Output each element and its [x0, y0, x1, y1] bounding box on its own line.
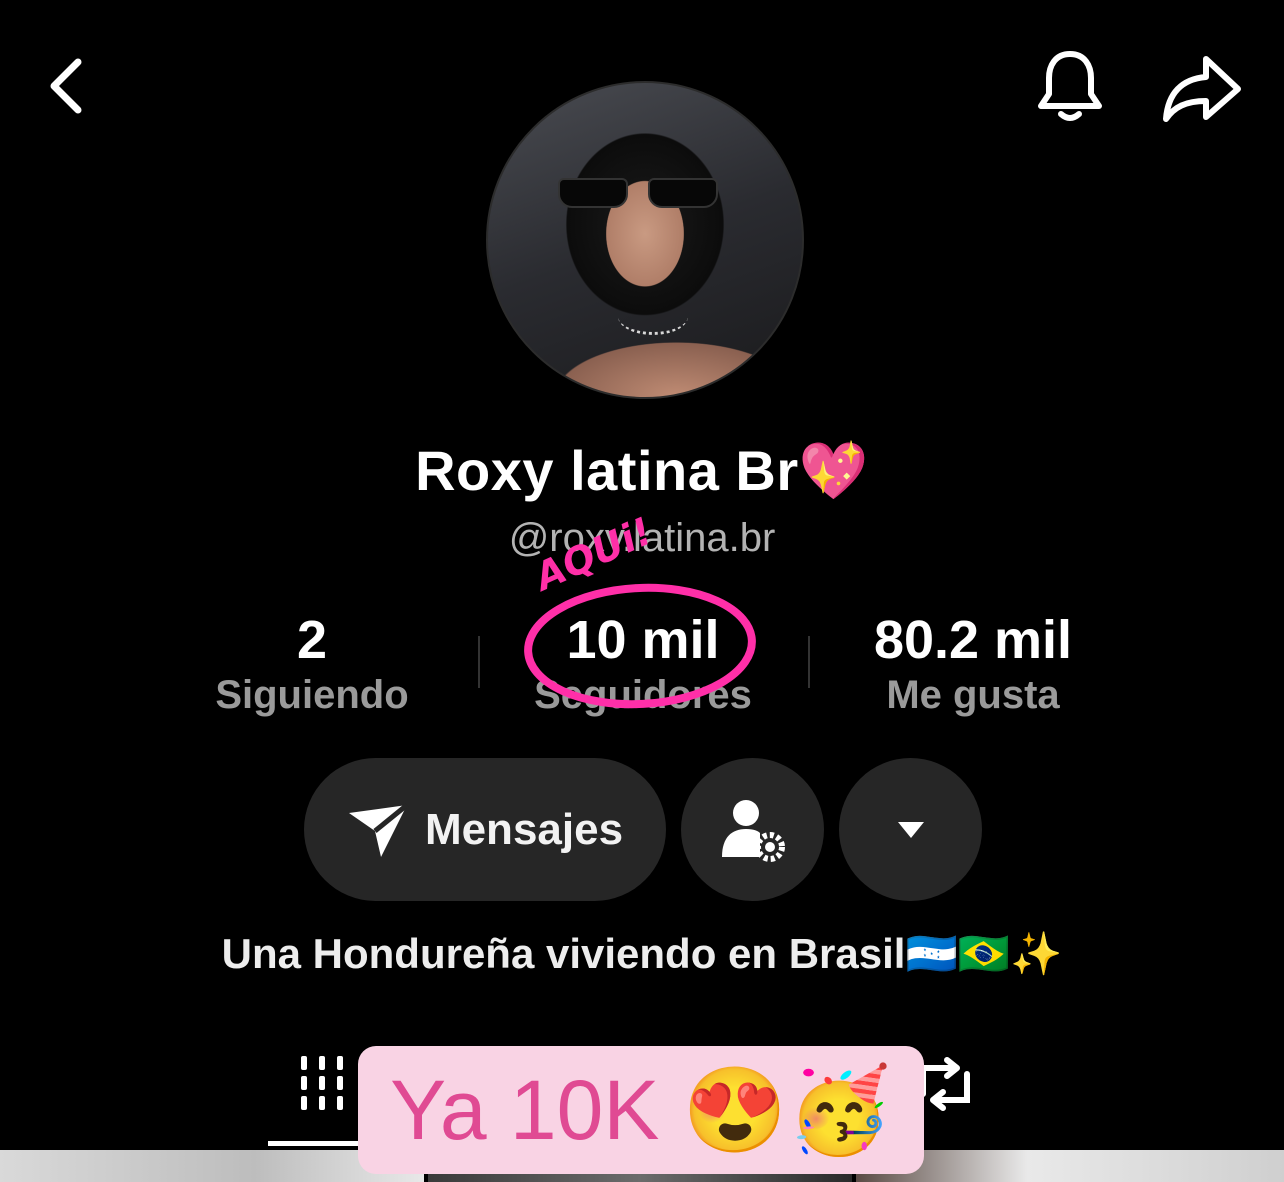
paper-plane-icon	[348, 802, 409, 857]
stat-divider	[478, 636, 480, 688]
user-gear-icon	[721, 799, 785, 862]
message-button[interactable]: Mensajes	[304, 758, 666, 901]
chevron-left-icon	[50, 58, 82, 114]
avatar[interactable]	[486, 81, 804, 399]
bio: Una Hondureña viviendo en Brasil🇭🇳🇧🇷✨	[221, 930, 1063, 977]
following-label: Siguiendo	[215, 673, 409, 717]
likes-label: Me gusta	[886, 673, 1060, 717]
notifications-button[interactable]	[1030, 46, 1110, 126]
stat-divider	[808, 636, 810, 688]
stat-following[interactable]: 2 Siguiendo	[162, 610, 462, 720]
avatar-necklace	[618, 298, 688, 335]
avatar-sunglasses	[558, 178, 718, 208]
celebration-sticker: Ya 10K 😍🥳	[358, 1046, 924, 1174]
bell-icon	[1038, 51, 1102, 121]
caret-down-icon	[897, 821, 924, 838]
tab-videos[interactable]	[290, 1052, 360, 1116]
back-button[interactable]	[30, 50, 102, 122]
highlight-circle	[524, 583, 756, 709]
profile-settings-button[interactable]	[681, 758, 824, 901]
following-count: 2	[296, 610, 328, 670]
likes-count: 80.2 mil	[873, 610, 1073, 670]
share-button[interactable]	[1158, 50, 1244, 126]
more-options-button[interactable]	[839, 758, 982, 901]
display-name: Roxy latina Br💖	[415, 439, 869, 502]
grid-icon	[301, 1056, 343, 1110]
stat-likes[interactable]: 80.2 mil Me gusta	[823, 610, 1123, 720]
share-arrow-icon	[1163, 56, 1241, 122]
message-label: Mensajes	[424, 804, 624, 854]
